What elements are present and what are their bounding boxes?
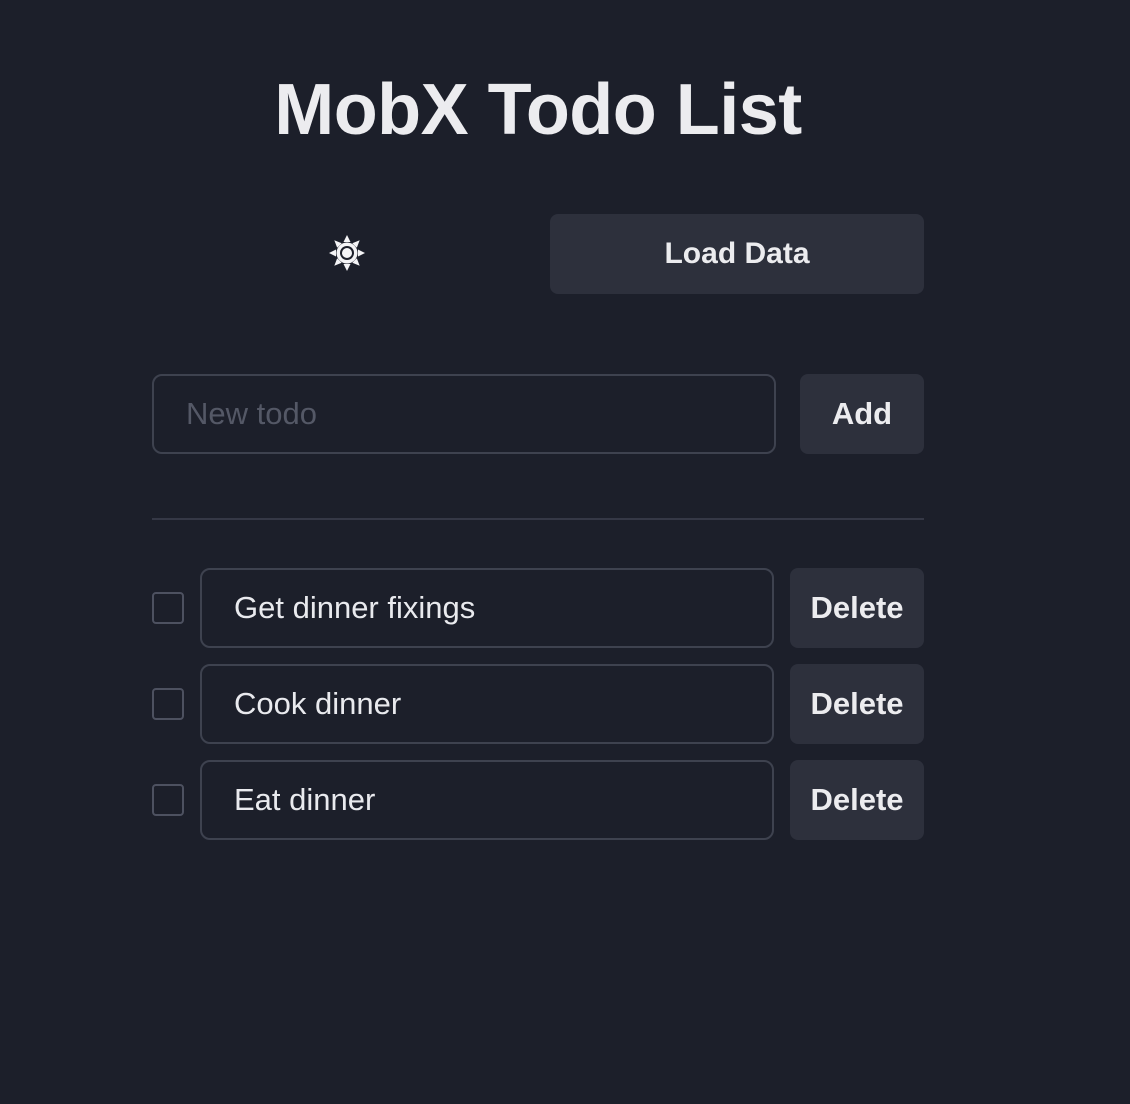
theme-toggle-button[interactable] [312,220,382,290]
todo-item: Cook dinner Delete [152,664,924,744]
todo-checkbox[interactable] [152,784,184,816]
todo-checkbox[interactable] [152,688,184,720]
delete-button[interactable]: Delete [790,760,924,840]
divider [152,518,924,520]
todo-item: Eat dinner Delete [152,760,924,840]
delete-button[interactable]: Delete [790,664,924,744]
load-data-button[interactable]: Load Data [550,214,924,294]
delete-button[interactable]: Delete [790,568,924,648]
add-button[interactable]: Add [800,374,924,454]
page-title: MobX Todo List [274,70,802,150]
todo-item: Get dinner fixings Delete [152,568,924,648]
todo-text-field[interactable]: Cook dinner [200,664,774,744]
todo-checkbox[interactable] [152,592,184,624]
todo-text-field[interactable]: Get dinner fixings [200,568,774,648]
todo-app: MobX Todo List Load Data A [0,0,1130,1104]
todo-text-field[interactable]: Eat dinner [200,760,774,840]
new-todo-input[interactable] [152,374,776,454]
sun-icon [328,234,366,277]
